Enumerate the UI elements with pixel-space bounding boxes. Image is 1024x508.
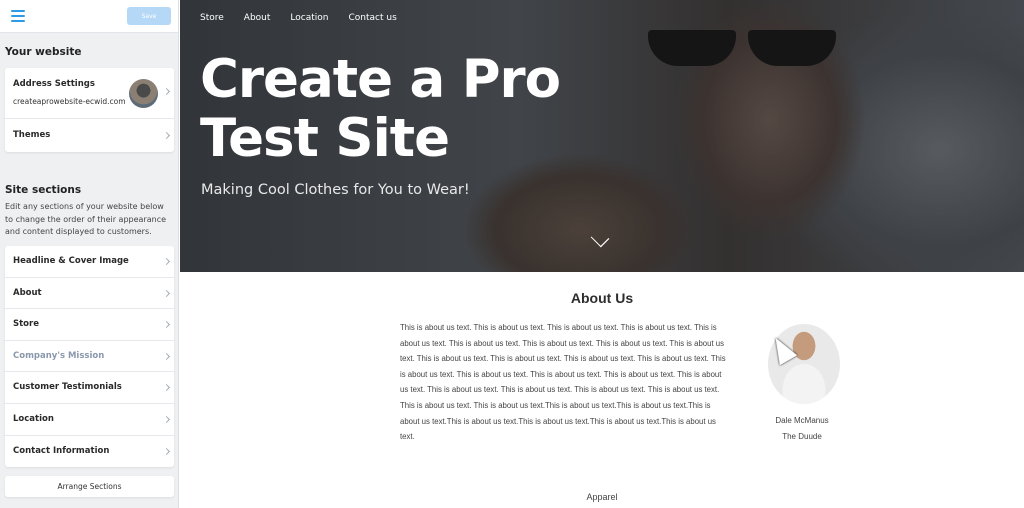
section-item-mission[interactable]: Company's Mission (5, 341, 174, 373)
section-item-contact[interactable]: Contact Information (5, 436, 174, 468)
section-label: Headline & Cover Image (13, 256, 129, 266)
nav-link-store[interactable]: Store (200, 13, 224, 23)
chevron-right-icon (162, 257, 171, 266)
section-label: Store (13, 319, 39, 330)
website-url: createaprowebsite-ecwid.com (13, 97, 126, 106)
hero-headline: Create a Pro Test Site (200, 49, 561, 169)
hero-cover-image[interactable]: Store About Location Contact us Create a… (180, 0, 1024, 272)
arrange-sections-button[interactable]: Arrange Sections (5, 476, 174, 497)
store-category-heading: Apparel (586, 492, 618, 502)
about-text: This is about us text. This is about us … (400, 323, 726, 442)
site-sections-heading: Site sections (5, 184, 82, 196)
chevron-right-icon (162, 352, 171, 360)
chevron-right-icon (162, 87, 171, 96)
team-member-name: Dale McManus (775, 416, 829, 425)
section-item-store[interactable]: Store (5, 309, 174, 341)
site-sections-list: Headline & Cover Image About Store Compa… (5, 246, 174, 467)
website-settings-card: Address Settings createaprowebsite-ecwid… (5, 68, 174, 152)
section-item-testimonials[interactable]: Customer Testimonials (5, 372, 174, 404)
section-label: Customer Testimonials (13, 382, 122, 393)
site-sections-description: Edit any sections of your website below … (5, 202, 167, 236)
site-nav: Store About Location Contact us (200, 13, 417, 23)
themes-row[interactable]: Themes (5, 119, 174, 152)
chevron-right-icon (162, 384, 171, 392)
editor-sidebar: Save Your website Address Settings creat… (0, 0, 179, 508)
section-item-about[interactable]: About (5, 278, 174, 310)
hamburger-icon[interactable] (11, 10, 25, 22)
chevron-right-icon (162, 415, 171, 424)
section-item-headline[interactable]: Headline & Cover Image (5, 246, 174, 278)
sidebar-topbar: Save (0, 0, 178, 33)
cover-photo-subject (648, 30, 848, 66)
section-label: Company's Mission (13, 350, 105, 361)
about-heading: About Us (570, 290, 634, 306)
section-label: Location (13, 413, 54, 424)
section-label: Contact Information (13, 445, 110, 456)
section-item-location[interactable]: Location (5, 404, 174, 436)
chevron-right-icon (162, 447, 171, 455)
section-label: About (13, 287, 42, 298)
address-settings-row[interactable]: Address Settings createaprowebsite-ecwid… (5, 68, 174, 119)
chevron-right-icon (162, 131, 171, 140)
themes-label: Themes (13, 130, 51, 140)
nav-link-about[interactable]: About (244, 13, 271, 23)
your-website-heading: Your website (5, 46, 82, 58)
nav-link-contact[interactable]: Contact us (348, 13, 396, 23)
address-settings-label: Address Settings (13, 79, 95, 89)
hero-tagline: Making Cool Clothes for You to Wear! (201, 182, 470, 198)
chevron-right-icon (162, 289, 171, 297)
save-button[interactable]: Save (127, 7, 171, 25)
chevron-down-icon[interactable] (590, 228, 610, 248)
nav-link-location[interactable]: Location (290, 13, 328, 23)
site-editor: Save Your website Address Settings creat… (0, 0, 1024, 508)
team-member-title: The Duude (782, 432, 822, 441)
chevron-right-icon (162, 321, 171, 329)
avatar (129, 79, 158, 108)
